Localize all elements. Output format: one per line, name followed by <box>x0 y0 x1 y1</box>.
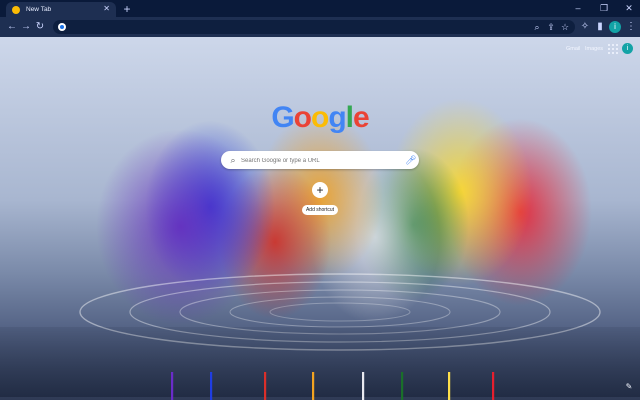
search-box[interactable]: ⌕ 🎤︎ <box>221 151 419 169</box>
google-logo-letter: o <box>311 101 329 134</box>
kebab-menu-icon[interactable]: ⋮ <box>624 20 638 34</box>
minimize-icon[interactable]: – <box>567 1 589 15</box>
plus-icon: + <box>316 183 324 197</box>
mic-icon[interactable]: 🎤︎ <box>405 154 416 166</box>
search-icon: ⌕ <box>230 155 236 165</box>
arrow-right-icon[interactable]: → <box>20 21 32 33</box>
google-logo-letter: l <box>345 101 354 134</box>
restore-icon[interactable]: ❐ <box>593 1 615 15</box>
google-logo: Google <box>271 101 370 135</box>
share-icon[interactable]: ⇪ <box>545 21 557 33</box>
arrow-left-icon[interactable]: ← <box>6 21 18 33</box>
reload-icon[interactable]: ↻ <box>34 21 46 33</box>
apps-grid-icon[interactable] <box>608 44 618 54</box>
search-icon[interactable]: ⌕ <box>531 21 543 33</box>
toolbar: ← → ↻ ⌕ ⇪ ☆ ✧ ▮ i ⋮ <box>0 17 640 37</box>
google-logo-letter: e <box>353 101 370 134</box>
tab-title: New Tab <box>26 6 52 13</box>
star-icon[interactable]: ☆ <box>559 21 571 33</box>
browser-chrome: New Tab ✕ + – ❐ ✕ ← → ↻ ⌕ ⇪ ☆ ✧ ▮ i ⋮ <box>0 0 640 37</box>
profile-avatar[interactable]: i <box>609 21 621 33</box>
address-bar[interactable]: ⌕ ⇪ ☆ <box>53 20 575 34</box>
close-icon[interactable]: ✕ <box>103 5 110 13</box>
gmail-link[interactable]: Gmail <box>566 46 580 52</box>
google-logo-letter: g <box>328 101 346 134</box>
google-g-icon <box>58 23 66 31</box>
new-tab-page: Gmail Images i Google ⌕ 🎤︎ + Add shortcu… <box>0 37 640 400</box>
add-shortcut-button[interactable]: + <box>312 182 328 198</box>
account-avatar[interactable]: i <box>622 43 633 54</box>
plus-icon[interactable]: + <box>121 3 133 15</box>
tab-new-tab[interactable]: New Tab ✕ <box>6 2 116 17</box>
add-shortcut-label[interactable]: Add shortcut <box>302 205 338 215</box>
tab-strip: New Tab ✕ + – ❐ ✕ <box>0 0 640 17</box>
chrome-icon <box>12 5 20 14</box>
google-logo-letter: G <box>271 101 294 134</box>
google-logo-letter: o <box>293 101 312 134</box>
side-panel-icon[interactable]: ▮ <box>593 20 607 34</box>
window-close-icon[interactable]: ✕ <box>618 1 640 15</box>
search-input[interactable] <box>239 154 403 168</box>
images-link[interactable]: Images <box>585 46 603 52</box>
water-reflection <box>0 327 640 397</box>
pencil-icon[interactable]: ✎ <box>624 382 634 392</box>
puzzle-icon[interactable]: ✧ <box>578 20 592 34</box>
